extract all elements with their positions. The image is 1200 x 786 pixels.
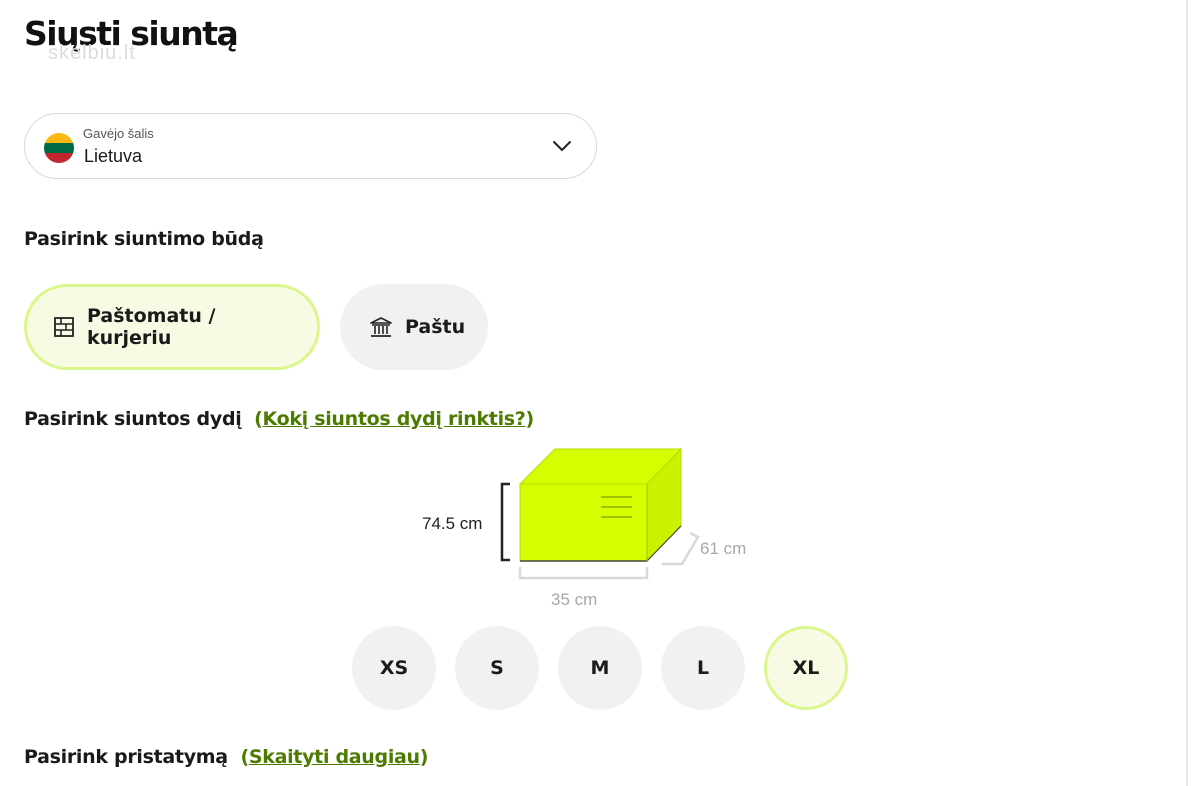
parcel-size-heading-text: Pasirink siuntos dydį — [24, 408, 242, 430]
watermark: skelbiu.lt — [48, 42, 136, 64]
parcel-height-label: 74.5 cm — [422, 514, 483, 533]
method-post-label: Paštu — [405, 316, 466, 338]
delivery-link-open-paren: ( — [240, 746, 249, 768]
method-parcel-locker-button[interactable]: Paštomatu / kurjeriu — [24, 284, 320, 370]
chevron-down-icon[interactable] — [552, 139, 572, 153]
size-xl-label: XL — [792, 657, 820, 679]
size-xs-button[interactable]: XS — [352, 626, 436, 710]
shipping-method-heading: Pasirink siuntimo būdą — [24, 228, 264, 250]
size-l-label: L — [696, 657, 710, 679]
size-xl-button[interactable]: XL — [764, 626, 848, 710]
parcel-locker-icon — [54, 317, 74, 337]
delivery-heading: Pasirink pristatymą (Skaityti daugiau) — [24, 746, 429, 768]
parcel-depth-label: 61 cm — [700, 539, 747, 558]
size-s-label: S — [490, 657, 504, 679]
lithuania-flag-icon — [44, 133, 74, 163]
country-select[interactable]: Gavėjo šalis Lietuva — [24, 113, 597, 179]
size-xs-label: XS — [379, 657, 409, 679]
delivery-heading-text: Pasirink pristatymą — [24, 746, 228, 768]
size-s-button[interactable]: S — [455, 626, 539, 710]
parcel-size-link-close-paren: ) — [525, 408, 535, 430]
country-select-label: Gavėjo šalis — [83, 126, 154, 141]
delivery-link-close-paren: ) — [419, 746, 429, 768]
size-m-button[interactable]: M — [558, 626, 642, 710]
country-select-value: Lietuva — [84, 146, 143, 166]
delivery-read-more-link[interactable]: Skaityti daugiau — [249, 746, 420, 768]
method-parcel-locker-label: Paštomatu / kurjeriu — [87, 305, 216, 349]
size-l-button[interactable]: L — [661, 626, 745, 710]
parcel-size-help-link[interactable]: Kokį siuntos dydį rinktis? — [262, 408, 525, 430]
parcel-size-heading: Pasirink siuntos dydį (Kokį siuntos dydį… — [24, 408, 534, 430]
parcel-size-illustration: 74.5 cm 35 cm 61 cm — [400, 440, 780, 615]
size-m-label: M — [590, 657, 610, 679]
page-right-border — [1186, 0, 1188, 786]
post-office-icon — [370, 317, 392, 337]
method-post-button[interactable]: Paštu — [340, 284, 488, 370]
parcel-width-label: 35 cm — [551, 590, 598, 609]
